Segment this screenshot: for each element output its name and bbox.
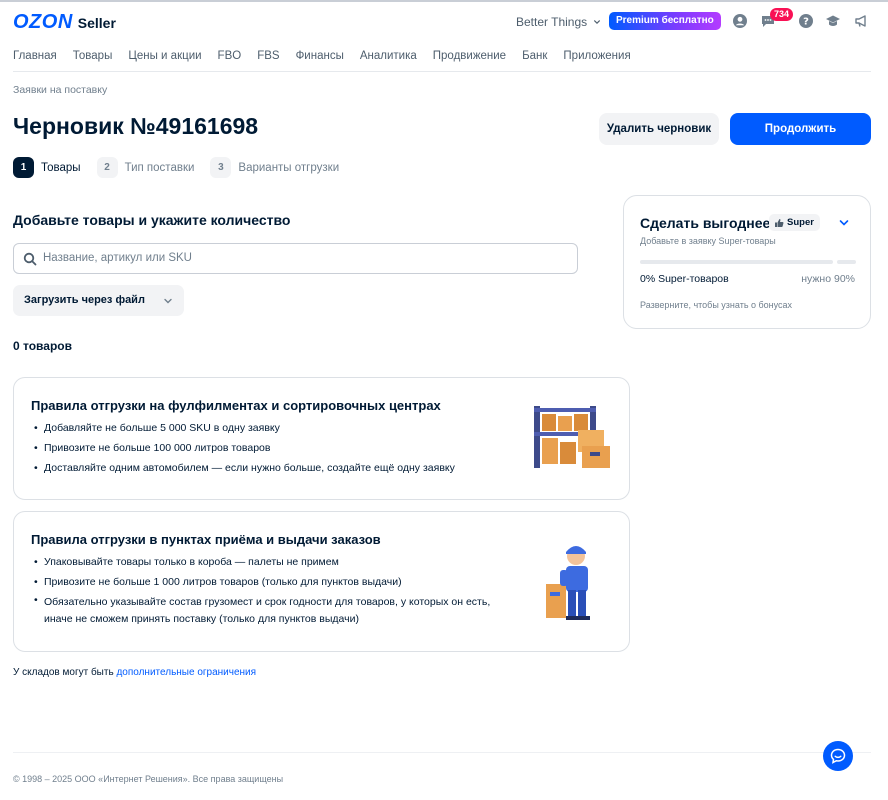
step-label: Тип поставки (124, 161, 195, 174)
upload-file-button[interactable]: Загрузить через файл (13, 285, 184, 316)
footer-copyright: © 1998 – 2025 ООО «Интернет Решения». Вс… (13, 774, 284, 784)
svg-text:?: ? (803, 17, 809, 28)
step-number: 3 (210, 157, 232, 178)
stepper: 1 Товары 2 Тип поставки 3 Варианты отгру… (13, 157, 355, 178)
ozon-seller-logo[interactable]: OZON Seller (13, 11, 116, 34)
step-shipping-options[interactable]: 3 Варианты отгрузки (210, 157, 339, 178)
support-chat-icon (830, 748, 846, 764)
header: OZON Seller Better Things Premium беспла… (13, 8, 875, 36)
chevron-down-icon (164, 298, 172, 304)
education-icon[interactable] (825, 13, 841, 29)
upload-file-label: Загрузить через файл (24, 294, 145, 306)
page-title: Черновик №49161698 (13, 113, 259, 139)
fulfillment-rules-card: Правила отгрузки на фулфилментах и сорти… (13, 377, 630, 500)
store-name: Better Things (516, 15, 588, 29)
chevron-down-icon[interactable] (839, 219, 849, 227)
list-item: Привозите не больше 100 000 литров товар… (34, 438, 514, 458)
super-progress-target (837, 260, 856, 264)
support-chat-button[interactable] (823, 741, 853, 771)
continue-button[interactable]: Продолжить (730, 113, 871, 145)
nav-item-products[interactable]: Товары (73, 50, 113, 62)
search-input[interactable]: Название, артикул или SKU (13, 243, 578, 274)
rule-card-title: Правила отгрузки на фулфилментах и сорти… (31, 398, 441, 413)
items-count: 0 товаров (13, 339, 72, 353)
main-nav: Главная Товары Цены и акции FBO FBS Фина… (13, 50, 647, 62)
step-number: 1 (13, 157, 34, 178)
logo-brand: OZON (13, 11, 73, 33)
nav-item-fbs[interactable]: FBS (257, 50, 279, 62)
delete-draft-button[interactable]: Удалить черновик (599, 113, 719, 145)
search-icon (23, 252, 37, 266)
nav-divider (13, 71, 871, 72)
side-card-hint: Разверните, чтобы узнать о бонусах (640, 300, 793, 310)
logo-product: Seller (77, 15, 116, 31)
step-supply-type[interactable]: 2 Тип поставки (96, 157, 195, 178)
nav-item-home[interactable]: Главная (13, 50, 57, 62)
chevron-down-icon (594, 20, 601, 24)
nav-item-promotion[interactable]: Продвижение (433, 50, 506, 62)
nav-item-fbo[interactable]: FBO (218, 50, 242, 62)
list-item: Упаковывайте товары только в короба — па… (34, 552, 504, 572)
courier-illustration (546, 546, 590, 620)
side-card-title: Сделать выгоднее (640, 215, 771, 231)
super-progress-value: 0% Super-товаров (640, 273, 729, 285)
store-selector[interactable]: Better Things (516, 15, 601, 29)
rule-list: Добавляйте не больше 5 000 SKU в одну за… (34, 418, 514, 478)
super-badge-label: Super (787, 217, 814, 228)
nav-item-finance[interactable]: Финансы (296, 50, 344, 62)
super-progress-bar (640, 260, 833, 264)
step-label: Варианты отгрузки (238, 161, 340, 174)
nav-item-bank[interactable]: Банк (522, 50, 547, 62)
thumbs-up-icon (775, 218, 784, 227)
super-products-card[interactable]: Сделать выгоднее Super Добавьте в заявку… (623, 195, 871, 329)
search-placeholder: Название, артикул или SKU (43, 252, 192, 264)
section-title: Добавьте товары и укажите количество (13, 212, 291, 228)
rule-card-title: Правила отгрузки в пунктах приёма и выда… (31, 532, 381, 547)
nav-item-apps[interactable]: Приложения (563, 50, 630, 62)
pickup-point-rules-card: Правила отгрузки в пунктах приёма и выда… (13, 511, 630, 652)
nav-item-prices[interactable]: Цены и акции (128, 50, 201, 62)
side-card-subtitle: Добавьте в заявку Super-товары (640, 236, 776, 246)
step-products[interactable]: 1 Товары (13, 157, 81, 178)
notifications-badge: 734 (770, 8, 794, 21)
step-number: 2 (96, 157, 118, 178)
warehouse-note-text: У складов могут быть (13, 667, 117, 678)
warehouse-note: У складов могут быть дополнительные огра… (13, 667, 256, 678)
footer-divider (13, 752, 871, 753)
announcement-icon[interactable] (853, 13, 869, 29)
list-item: Доставляйте одним автомобилем — если нуж… (34, 458, 514, 478)
top-border (0, 0, 888, 2)
restrictions-link[interactable]: дополнительные ограничения (116, 667, 256, 678)
super-badge: Super (769, 214, 820, 231)
step-label: Товары (41, 161, 81, 174)
list-item: Добавляйте не больше 5 000 SKU в одну за… (34, 418, 514, 438)
super-progress-goal: нужно 90% (801, 273, 855, 285)
breadcrumb[interactable]: Заявки на поставку (13, 84, 107, 96)
list-item: Привозите не больше 1 000 литров товаров… (34, 572, 504, 592)
help-icon[interactable]: ? (798, 13, 814, 29)
list-item: Обязательно указывайте состав грузомест … (34, 592, 504, 628)
warehouse-shelves-illustration (534, 406, 610, 468)
profile-icon[interactable] (732, 13, 748, 29)
rule-list: Упаковывайте товары только в короба — па… (34, 552, 504, 628)
nav-item-analytics[interactable]: Аналитика (360, 50, 417, 62)
premium-button[interactable]: Premium бесплатно (609, 12, 721, 30)
